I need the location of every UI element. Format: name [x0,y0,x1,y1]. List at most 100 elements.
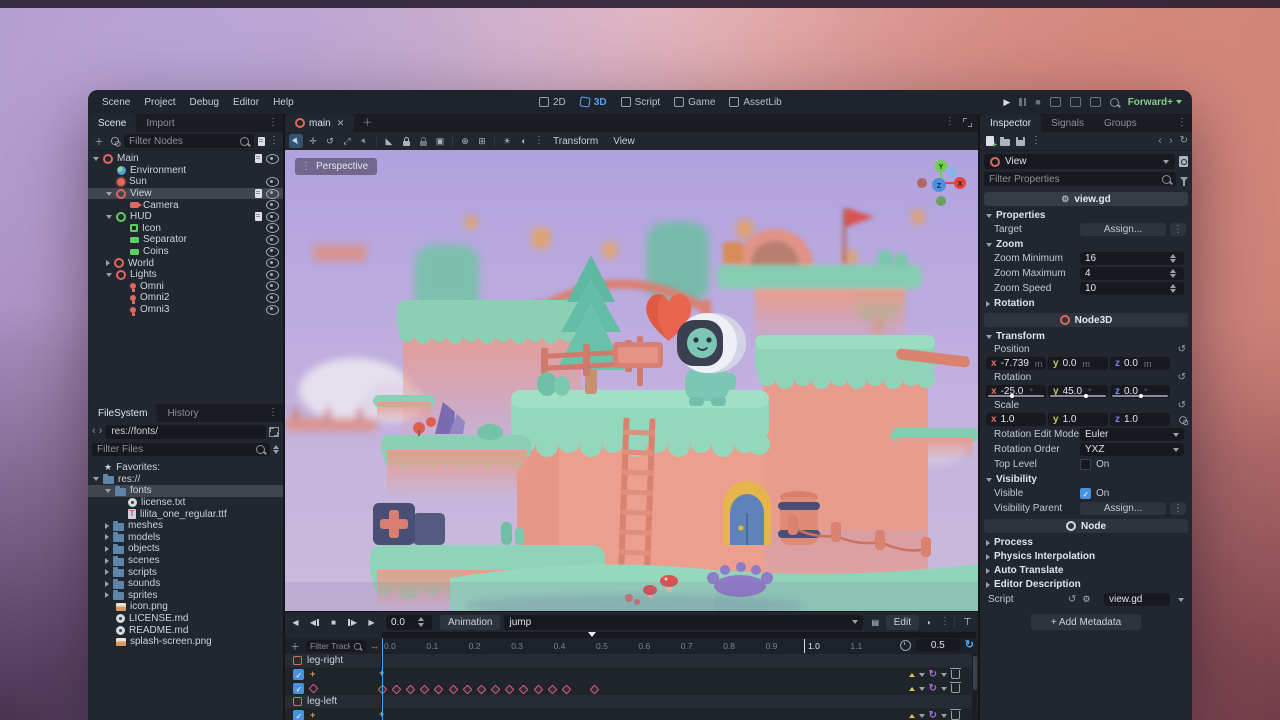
lock-icon[interactable] [399,134,413,148]
fs-item-favorites-[interactable]: Favorites: [88,462,283,474]
script-badge-icon[interactable] [255,189,262,198]
visibility-eye-icon[interactable] [266,247,279,257]
step-back-icon[interactable]: ◀ [306,615,323,630]
select-tool-button[interactable] [289,134,303,148]
delete-track-icon[interactable] [951,670,960,679]
rotation-x-field[interactable]: x-25.0° [986,385,1046,398]
fs-item-objects[interactable]: objects [88,543,283,555]
section-process[interactable]: Process [980,536,1192,549]
path-field[interactable]: res://fonts/ [105,425,266,439]
filter-files-input[interactable]: Filter Files [92,443,270,456]
visibility-parent-options-icon[interactable]: ⋮ [1170,502,1186,515]
play-animation-icon[interactable]: ▶ [363,615,380,630]
visibility-eye-icon[interactable] [266,200,279,210]
workspace-3d[interactable]: 3D [577,95,610,110]
update-mode-icon[interactable] [909,673,915,677]
world-space-icon[interactable]: ⊕ [458,134,472,148]
section-auto-translate[interactable]: Auto Translate [980,564,1192,577]
dock-menu-icon[interactable]: ⋮ [268,118,278,128]
keyframe[interactable] [561,684,571,694]
list-select-icon[interactable] [357,134,371,148]
loop-wrap-icon[interactable]: ↻ [929,711,937,720]
fs-item-fonts[interactable]: fonts [88,485,283,497]
rotation-order-select[interactable]: YXZ [1080,443,1184,456]
scene-node-hud[interactable]: HUD [88,211,283,223]
tab-import[interactable]: Import [136,114,184,132]
section-rotation-group[interactable]: Rotation [980,297,1192,310]
visibility-eye-icon[interactable] [266,305,279,315]
menu-editor[interactable]: Editor [228,94,264,111]
snap-clock-icon[interactable] [900,640,911,651]
perspective-menu[interactable]: ⋮ Perspective [295,158,377,175]
track-enabled-checkbox[interactable] [293,669,304,680]
rotation-edit-mode-select[interactable]: Euler [1080,428,1184,441]
keyframe[interactable] [533,684,543,694]
menu-help[interactable]: Help [268,94,299,111]
spinner[interactable] [1170,269,1179,279]
fs-item-readme-md[interactable]: README.md [88,624,283,636]
animation-name-field[interactable]: jump [504,615,862,630]
scene-node-main[interactable]: Main [88,153,283,165]
magnifier-icon[interactable] [1110,98,1119,107]
movie-writer-icon[interactable] [1070,97,1081,107]
split-view-icon[interactable] [269,427,279,437]
scene-node-icon[interactable]: Icon [88,223,283,235]
keyframe[interactable] [519,684,529,694]
renderer-selector[interactable]: Forward+ [1128,97,1182,108]
nav-back-icon[interactable]: ‹ [92,426,96,437]
visible-checkbox[interactable] [1080,488,1091,499]
add-node-button[interactable]: ＋ [92,134,106,148]
spinner[interactable] [1170,284,1179,294]
tab-signals[interactable]: Signals [1041,114,1094,132]
animation-menu-button[interactable]: Animation [440,615,500,630]
scale-x-field[interactable]: x1.0 [986,413,1046,426]
tab-scene[interactable]: Scene [88,114,136,132]
viewport-extra-menu-icon[interactable]: ⋮ [534,136,544,146]
snap-toggle-icon[interactable]: ⊞ [475,134,489,148]
history-back-icon[interactable]: ‹ [1158,136,1162,147]
section-zoom[interactable]: Zoom [980,238,1192,251]
top-level-checkbox[interactable] [1080,459,1091,470]
subtrack-leg-left-0[interactable]: ++↻ [285,708,978,720]
fs-item-license-md[interactable]: LICENSE.md [88,613,283,625]
rotation-y-field[interactable]: y45.0° [1048,385,1108,398]
pan-icon[interactable]: ↔ [370,641,379,651]
stop-animation-icon[interactable]: ■ [325,615,342,630]
rotation-z-field[interactable]: z0.0° [1110,385,1170,398]
keyframe[interactable] [547,684,557,694]
zoom-minimum-field[interactable]: 16 [1080,252,1184,265]
delete-track-icon[interactable] [951,711,960,720]
timeline-ruler[interactable]: ＋ Filter Tracks ↔ 0.5 ↻ 0.00.10.20.30.40… [285,638,978,654]
expand-viewport-icon[interactable] [963,118,972,127]
resource-menu-icon[interactable]: ⋮ [1031,136,1041,146]
menu-scene[interactable]: Scene [97,94,135,111]
loop-wrap-icon[interactable]: ↻ [929,684,937,694]
keyframe[interactable] [448,684,458,694]
scene-node-world[interactable]: World [88,257,283,269]
scene-node-omni3[interactable]: Omni3 [88,304,283,316]
track-group-leg-right[interactable]: leg-right [285,654,978,667]
script-category-bar[interactable]: ⚙ view.gd [984,192,1188,206]
section-transform[interactable]: Transform [980,330,1192,343]
pause-icon[interactable] [1019,98,1026,106]
ruler-tool-icon[interactable]: ◣ [382,134,396,148]
workspace-game[interactable]: Game [671,95,718,110]
scene-node-environment[interactable]: Environment [88,165,283,177]
fs-item-lilita-one-regular-ttf[interactable]: lilita_one_regular.ttf [88,508,283,520]
workspace-assetlib[interactable]: AssetLib [726,95,784,110]
workspace-script[interactable]: Script [618,95,664,110]
visibility-eye-icon[interactable] [266,223,279,233]
filter-properties-input[interactable]: Filter Properties [984,172,1176,186]
new-resource-icon[interactable] [986,136,994,146]
pin-panel-icon[interactable]: ⊤ [959,615,976,630]
fs-item-icon-png[interactable]: icon.png [88,601,283,613]
subtrack-leg-right-1[interactable]: ↻ [285,681,978,695]
tracks-scrollbar[interactable] [972,654,977,720]
group-icon[interactable]: ▣ [433,134,447,148]
revert-icon[interactable]: ↺ [1178,401,1186,411]
target-options-icon[interactable]: ⋮ [1170,223,1186,236]
keyframe[interactable] [462,684,472,694]
history-forward-icon[interactable]: › [1169,136,1173,147]
fs-item-license-txt[interactable]: license.txt [88,497,283,509]
fs-item-scenes[interactable]: scenes [88,555,283,567]
